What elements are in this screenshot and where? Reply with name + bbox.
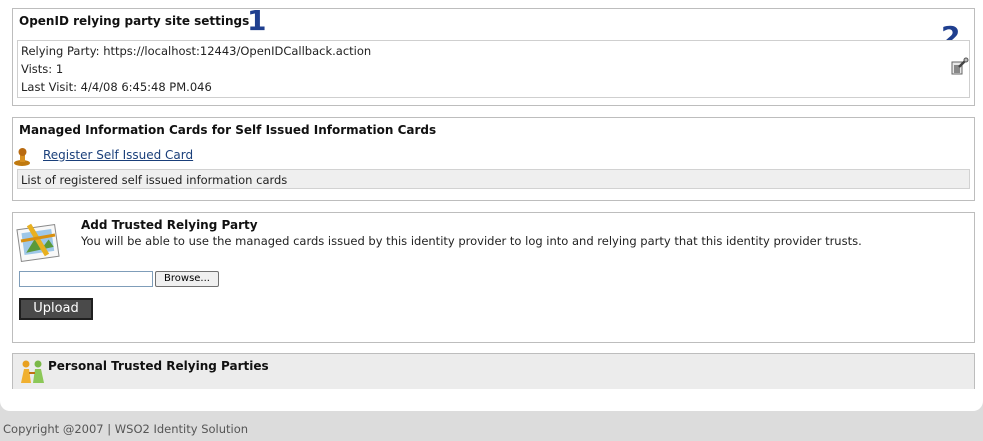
relying-party-details: Relying Party: https://localhost:12443/O… [17,40,970,98]
add-trusted-relying-party-title: Add Trusted Relying Party [81,218,258,232]
visit-count: Vists: 1 [21,62,64,76]
add-trusted-relying-party-description: You will be able to use the managed card… [81,234,862,248]
edit-settings-icon[interactable] [951,57,969,75]
people-icon [21,360,44,383]
personal-trusted-relying-parties-panel: Personal Trusted Relying Parties [12,353,975,389]
openid-settings-title: OpenID relying party site settings [19,14,250,28]
registered-cards-list-header: List of registered self issued informati… [17,169,970,189]
footer-copyright: Copyright @2007 | WSO2 Identity Solution [3,422,249,436]
managed-cards-panel: Managed Information Cards for Self Issue… [12,117,975,201]
registered-cards-list-label: List of registered self issued informati… [21,173,288,187]
certificate-icon [16,223,60,263]
openid-settings-panel: OpenID relying party site settings 1 2 R… [12,4,975,106]
personal-trusted-relying-parties-title: Personal Trusted Relying Parties [48,359,269,373]
relying-party-url: Relying Party: https://localhost:12443/O… [21,44,372,58]
upload-button[interactable]: Upload [19,298,93,320]
last-visit: Last Visit: 4/4/08 6:45:48 PM.046 [21,80,212,94]
certificate-file-input[interactable] [19,271,153,287]
browse-button[interactable]: Browse... [155,271,219,287]
step-marker-1: 1 [247,4,267,37]
main-content: OpenID relying party site settings 1 2 R… [0,0,983,411]
add-trusted-relying-party-panel: Add Trusted Relying Party You will be ab… [12,212,975,343]
stamp-icon [14,148,30,166]
managed-cards-title: Managed Information Cards for Self Issue… [19,123,437,137]
register-self-issued-card-link[interactable]: Register Self Issued Card [43,148,193,162]
